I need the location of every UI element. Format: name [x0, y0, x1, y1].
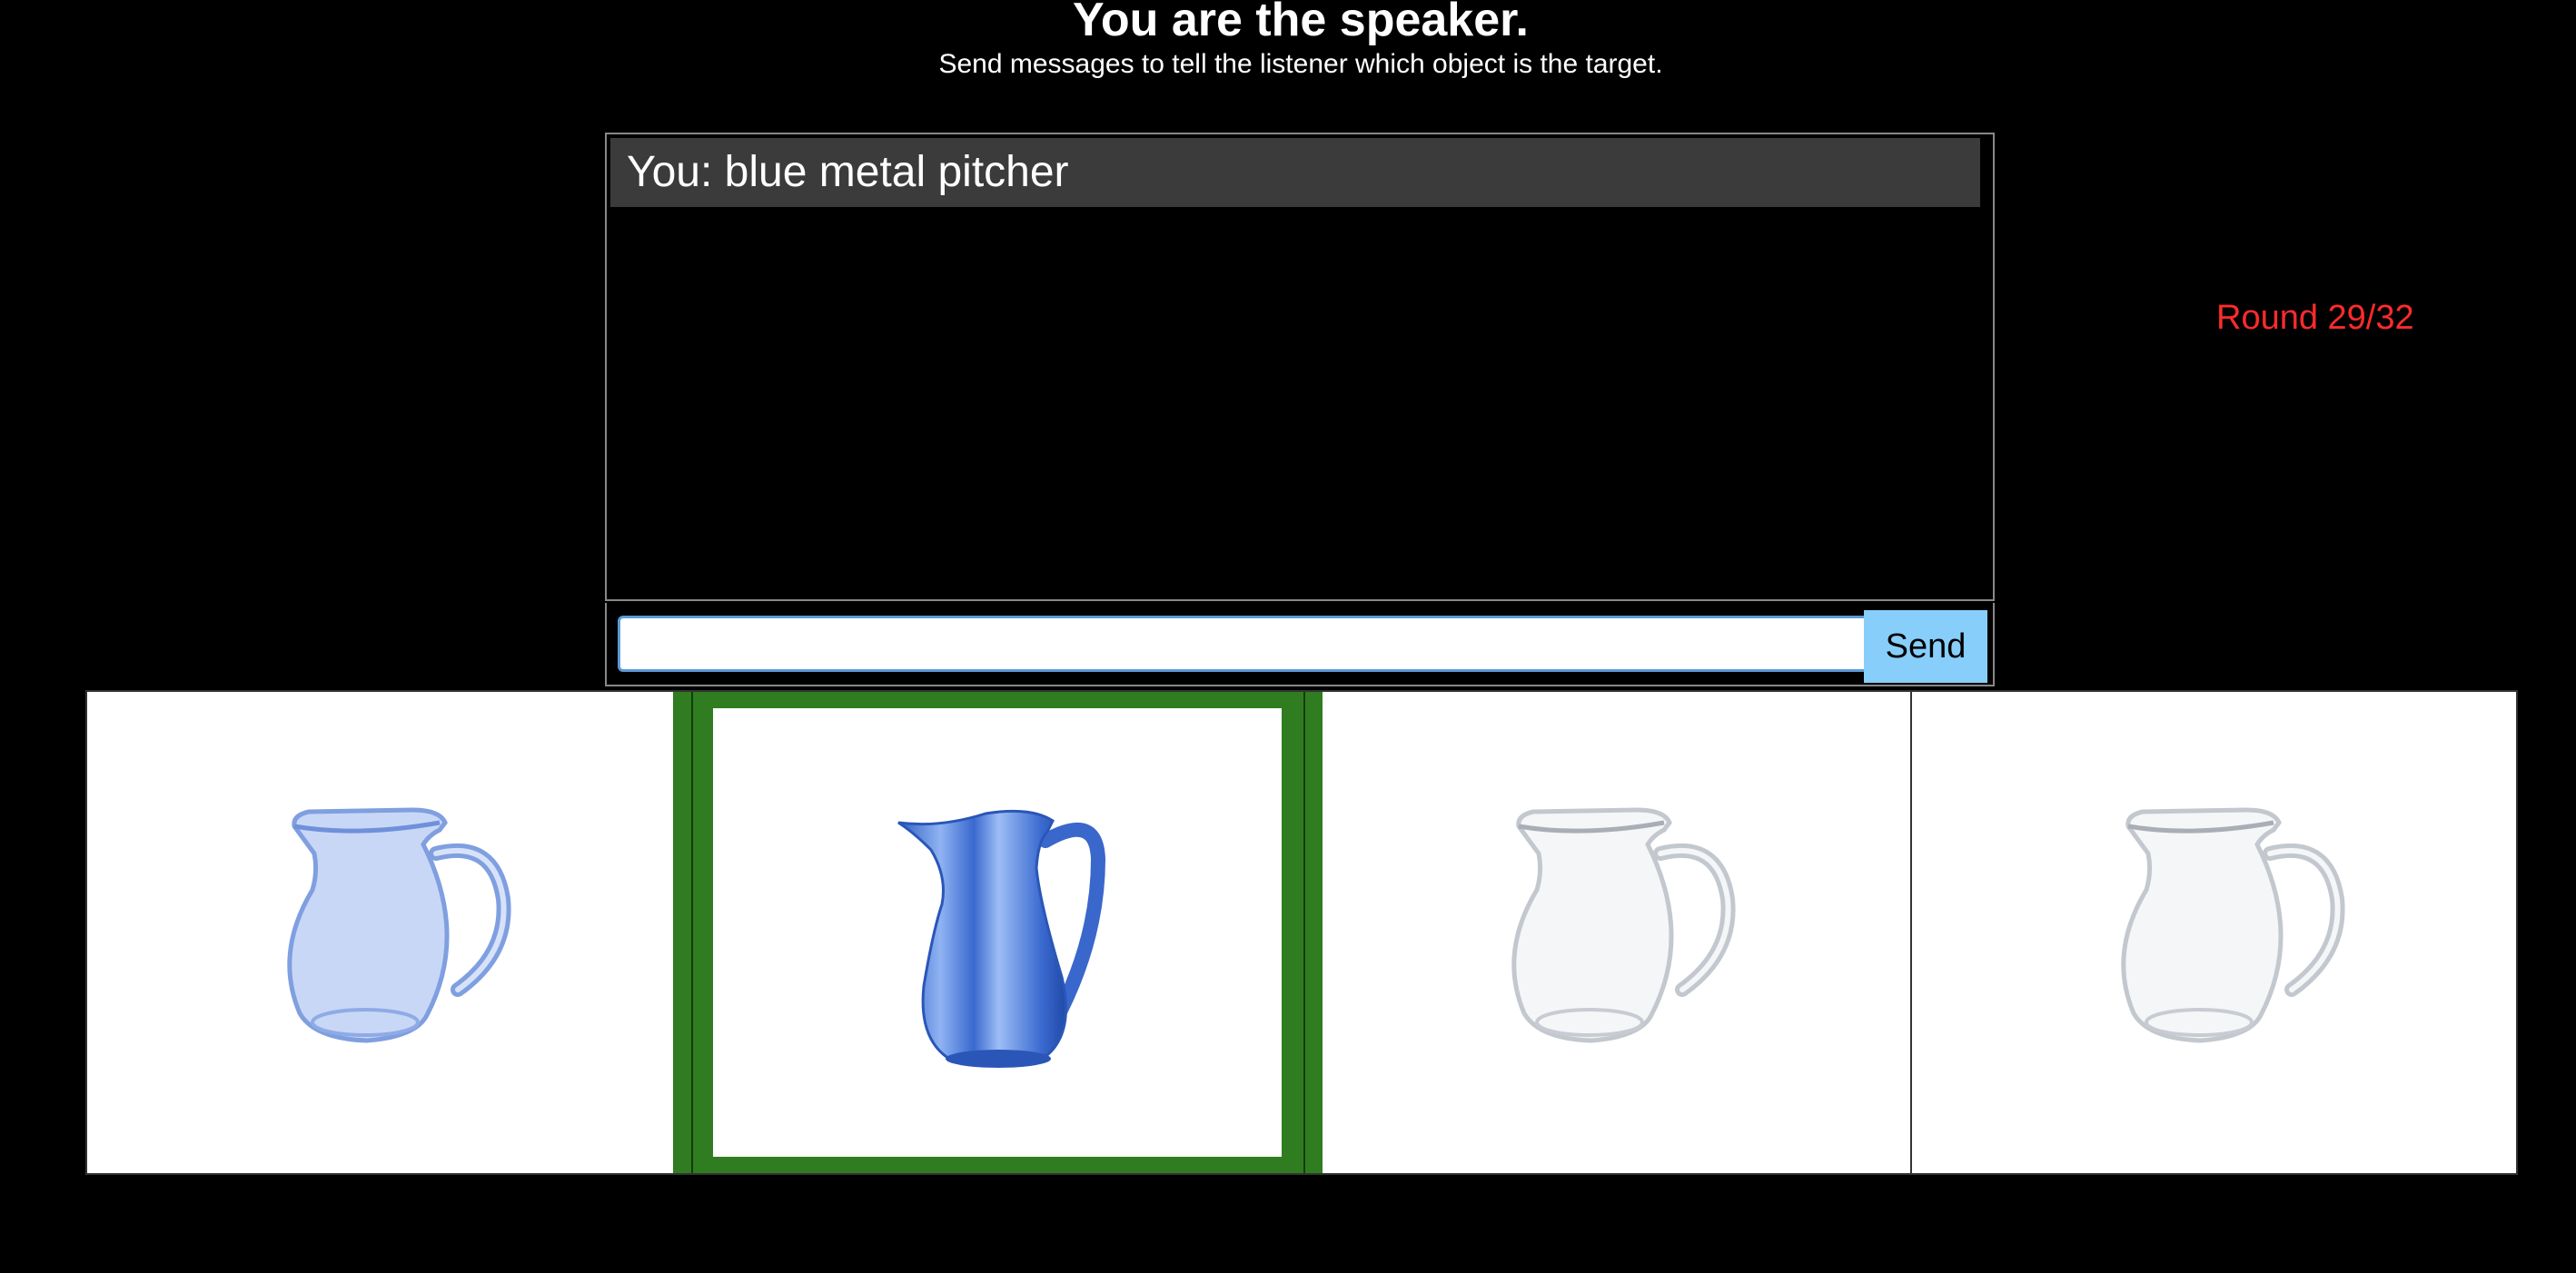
target-image-area — [713, 708, 1283, 1157]
send-button[interactable]: Send — [1864, 610, 1987, 683]
page-subtitle: Send messages to tell the listener which… — [938, 49, 1663, 79]
chat-log[interactable]: You: blue metal pitcher — [605, 133, 1995, 601]
page-title: You are the speaker. — [1073, 0, 1529, 46]
object-gallery — [85, 690, 2518, 1175]
glass-pitcher-icon — [2121, 807, 2345, 1043]
round-counter: Round 29/32 — [2216, 299, 2414, 337]
message-input[interactable] — [618, 616, 1980, 672]
chat-message: You: blue metal pitcher — [610, 138, 1980, 207]
object-card-4[interactable] — [1912, 692, 2516, 1173]
object-card-1[interactable] — [87, 692, 674, 1173]
glass-pitcher-icon — [287, 807, 511, 1043]
object-card-3[interactable] — [1322, 692, 1910, 1173]
metal-pitcher-icon — [897, 809, 1106, 1068]
glass-pitcher-icon — [1511, 807, 1736, 1043]
message-compose-bar: Send — [605, 603, 1995, 686]
object-card-2-target[interactable] — [673, 692, 1323, 1173]
